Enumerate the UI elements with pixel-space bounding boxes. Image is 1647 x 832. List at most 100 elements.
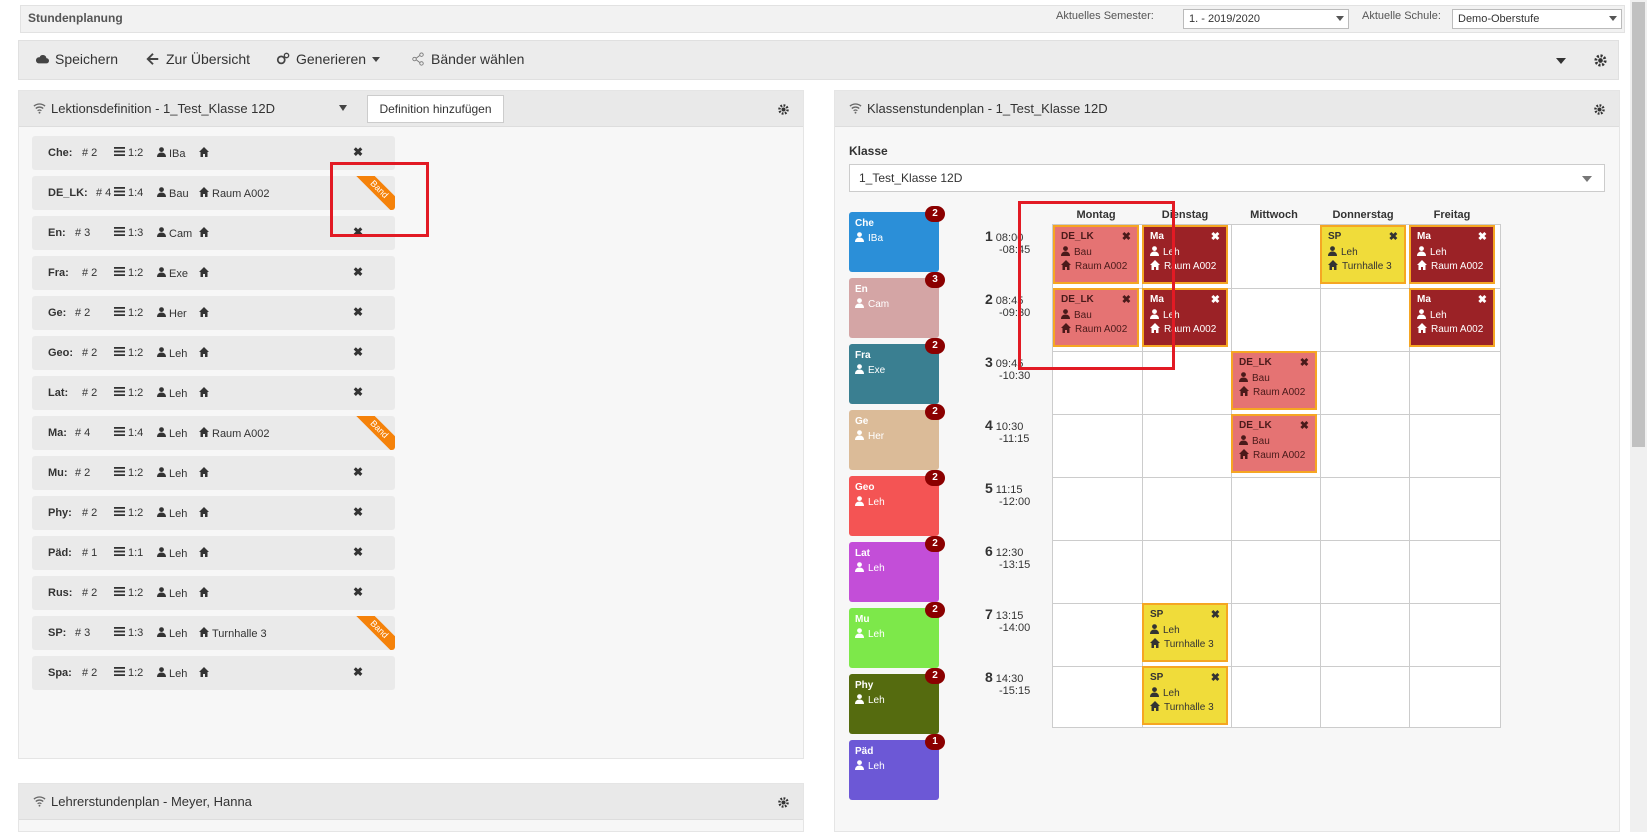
home-icon (199, 507, 209, 520)
lesson-teacher-value: Leh (169, 467, 188, 480)
home-icon (199, 307, 209, 320)
lesson-row[interactable]: Ge: # 2 1:2 Her ✖ (32, 296, 395, 330)
pool-card-name: En (855, 284, 868, 295)
timetable-entry[interactable]: Ma ✖ Leh Raum A002 (1409, 225, 1495, 284)
close-icon[interactable]: ✖ (353, 505, 363, 519)
lesson-room (199, 547, 209, 560)
lesson-row[interactable]: Fra: # 2 1:2 Exe ✖ (32, 256, 395, 290)
gear-icon[interactable] (1593, 103, 1606, 116)
lesson-name: Che: (48, 147, 73, 159)
close-icon[interactable]: ✖ (353, 385, 363, 399)
lesson-ratio: 1:4 (114, 427, 143, 439)
pool-card[interactable]: Ge Her 2 (849, 404, 945, 470)
lesson-row[interactable]: Mu: # 2 1:2 Leh ✖ (32, 456, 395, 490)
gear-icon[interactable] (1593, 53, 1608, 68)
close-icon[interactable]: ✖ (353, 665, 363, 679)
pool-card[interactable]: En Cam 3 (849, 272, 945, 338)
school-select[interactable]: Demo-Oberstufe (1452, 9, 1622, 29)
lesson-row[interactable]: Phy: # 2 1:2 Leh ✖ (32, 496, 395, 530)
lesson-row[interactable]: Lat: # 2 1:2 Leh ✖ (32, 376, 395, 410)
lesson-row[interactable]: Ma: # 4 1:4 Leh Raum A002 Band (32, 416, 395, 450)
generate-dropdown[interactable]: Generieren (276, 51, 381, 67)
entry-room-value: Raum A002 (1253, 387, 1306, 398)
pool-card-name: Phy (855, 680, 874, 691)
list-icon (114, 427, 125, 439)
close-icon[interactable]: ✖ (353, 345, 363, 359)
close-icon[interactable]: ✖ (353, 265, 363, 279)
bands-button[interactable]: Bänder wählen (411, 51, 524, 67)
close-icon[interactable]: ✖ (1211, 671, 1220, 684)
pool-card[interactable]: Geo Leh 2 (849, 470, 945, 536)
back-button[interactable]: Zur Übersicht (146, 51, 250, 67)
add-definition-button[interactable]: Definition hinzufügen (367, 95, 504, 123)
list-icon (114, 667, 125, 679)
close-icon[interactable]: ✖ (1300, 356, 1309, 369)
lesson-room (199, 467, 209, 480)
lesson-teacher-value: Leh (169, 347, 188, 360)
pool-card-teacher: Exe (855, 364, 885, 377)
user-icon (1417, 246, 1426, 259)
gear-icon[interactable] (777, 103, 790, 116)
lesson-teacher-value: Leh (169, 547, 188, 560)
list-icon (114, 627, 125, 639)
time-slot: 6 12:30 -13:15 (985, 543, 1030, 571)
list-icon (114, 227, 125, 239)
timetable-entry[interactable]: SP ✖ Leh Turnhalle 3 (1320, 225, 1406, 284)
close-icon[interactable]: ✖ (1300, 419, 1309, 432)
home-icon (1239, 449, 1249, 462)
caret-down-icon[interactable] (339, 105, 347, 111)
scrollbar-thumb[interactable] (1632, 2, 1645, 447)
user-icon (855, 232, 864, 245)
lesson-name: Ma: (48, 427, 67, 439)
close-icon[interactable]: ✖ (353, 465, 363, 479)
lesson-ratio-value: 1:2 (128, 267, 144, 279)
caret-down-icon[interactable] (1556, 58, 1566, 64)
pool-card[interactable]: Fra Exe 2 (849, 338, 945, 404)
close-icon[interactable]: ✖ (353, 585, 363, 599)
lesson-ratio-value: 1:4 (128, 427, 144, 439)
chevron-down-icon (1609, 16, 1617, 21)
save-button[interactable]: Speichern (35, 51, 118, 67)
generate-label: Generieren (296, 51, 367, 67)
pool-card[interactable]: Lat Leh 2 (849, 536, 945, 602)
timetable-entry[interactable]: DE_LK ✖ Bau Raum A002 (1231, 414, 1317, 473)
close-icon[interactable]: ✖ (353, 145, 363, 159)
timetable-entry[interactable]: Ma ✖ Leh Raum A002 (1409, 288, 1495, 347)
close-icon[interactable]: ✖ (1211, 293, 1220, 306)
lesson-teacher: Leh (157, 427, 187, 440)
close-icon[interactable]: ✖ (1211, 608, 1220, 621)
day-header: Mittwoch (1250, 209, 1298, 221)
entry-room: Raum A002 (1239, 449, 1305, 462)
lesson-row[interactable]: SP: # 3 1:3 Leh Turnhalle 3 Band (32, 616, 395, 650)
lesson-row[interactable]: Rus: # 2 1:2 Leh ✖ (32, 576, 395, 610)
klasse-select[interactable]: 1_Test_Klasse 12D (849, 164, 1605, 192)
lesson-row[interactable]: Geo: # 2 1:2 Leh ✖ (32, 336, 395, 370)
close-icon[interactable]: ✖ (1478, 293, 1487, 306)
timetable-entry[interactable]: SP ✖ Leh Turnhalle 3 (1142, 666, 1228, 725)
timetable-entry[interactable]: SP ✖ Leh Turnhalle 3 (1142, 603, 1228, 662)
entry-teacher: Leh (1417, 246, 1447, 259)
pool-card[interactable]: Phy Leh 2 (849, 668, 945, 734)
close-icon[interactable]: ✖ (1211, 230, 1220, 243)
lesson-row[interactable]: Päd: # 1 1:1 Leh ✖ (32, 536, 395, 570)
timetable-entry[interactable]: DE_LK ✖ Bau Raum A002 (1231, 351, 1317, 410)
pool-card-teacher: Leh (855, 628, 885, 641)
entry-room: Turnhalle 3 (1150, 638, 1214, 651)
count-badge: 2 (925, 602, 945, 618)
lesson-name: Rus: (48, 587, 73, 599)
wifi-icon (33, 796, 46, 807)
lesson-count: # 2 (75, 467, 91, 479)
close-icon[interactable]: ✖ (1478, 230, 1487, 243)
gear-icon[interactable] (777, 796, 790, 809)
close-icon[interactable]: ✖ (1389, 230, 1398, 243)
pool-card[interactable]: Mu Leh 2 (849, 602, 945, 668)
pool-card[interactable]: Che IBa 2 (849, 206, 945, 272)
lesson-row[interactable]: Spa: # 2 1:2 Leh ✖ (32, 656, 395, 690)
slot-from: 14:30 (995, 673, 1024, 685)
user-icon (1417, 309, 1426, 322)
close-icon[interactable]: ✖ (353, 545, 363, 559)
semester-select[interactable]: 1. - 2019/2020 (1183, 9, 1349, 29)
close-icon[interactable]: ✖ (353, 305, 363, 319)
pool-card-teacher: Cam (855, 298, 889, 311)
pool-card[interactable]: Päd Leh 1 (849, 734, 945, 800)
